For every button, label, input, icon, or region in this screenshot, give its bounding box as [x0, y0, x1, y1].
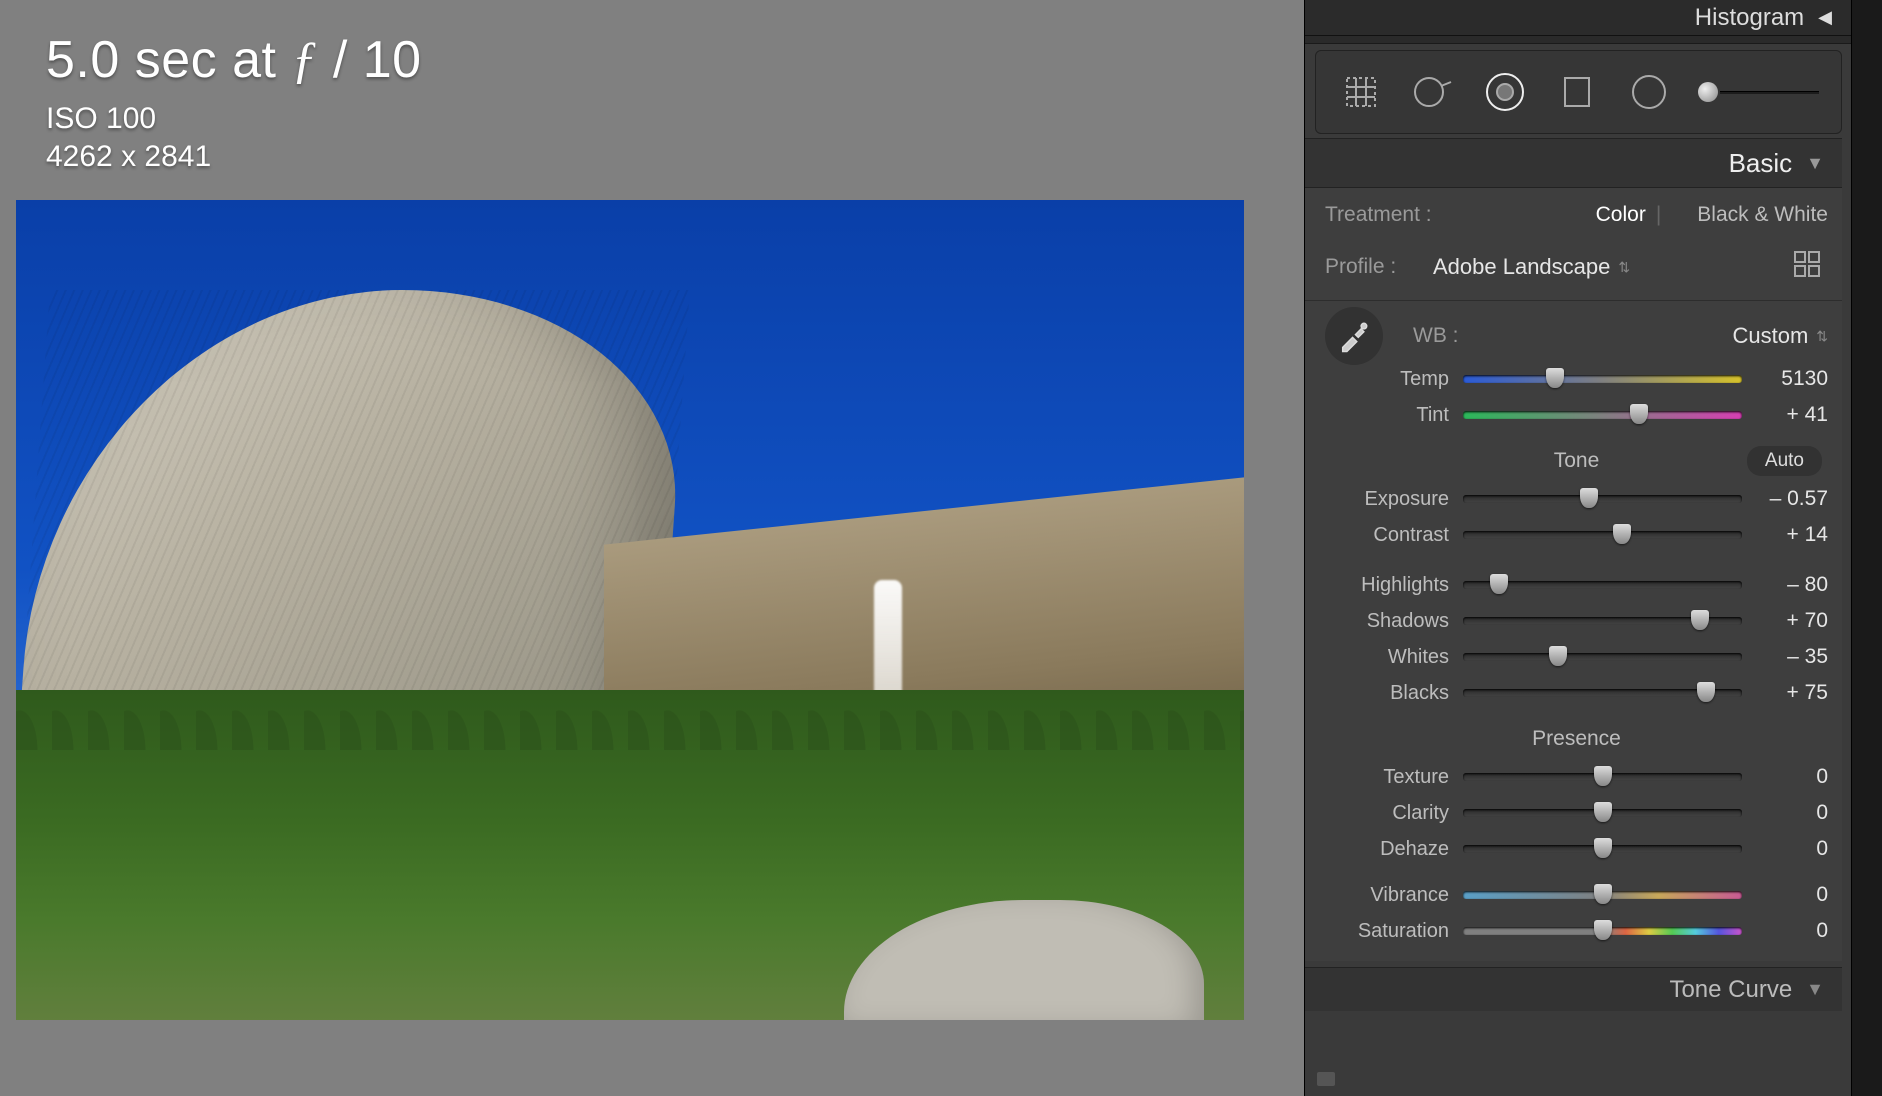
profile-browser-button[interactable]	[1792, 249, 1822, 285]
radial-filter-tool[interactable]	[1626, 69, 1672, 115]
collapse-down-icon: ▼	[1806, 153, 1824, 174]
tone-curve-header[interactable]: Tone Curve▼	[1305, 967, 1842, 1011]
panel-scrollbar[interactable]	[1855, 100, 1879, 390]
local-adjustment-toolbar	[1315, 50, 1842, 134]
basic-panel: Basic▼ Treatment : Color | Black & White…	[1305, 138, 1842, 961]
treatment-bw[interactable]: Black & White	[1697, 203, 1828, 227]
highlights-value[interactable]: – 80	[1742, 573, 1828, 597]
basic-header[interactable]: Basic▼	[1305, 138, 1842, 188]
blacks-slider[interactable]: Blacks + 75	[1325, 675, 1828, 711]
wb-eyedropper-tool[interactable]	[1325, 307, 1383, 365]
treatment-label: Treatment :	[1325, 203, 1432, 227]
vibrance-value[interactable]: 0	[1742, 883, 1828, 907]
wb-label: WB :	[1413, 324, 1459, 348]
graduated-filter-tool[interactable]	[1554, 69, 1600, 115]
wb-dropdown[interactable]: Custom	[1732, 323, 1808, 349]
photo-preview[interactable]	[16, 200, 1244, 1020]
texture-value[interactable]: 0	[1742, 765, 1828, 789]
tint-value[interactable]: + 41	[1742, 403, 1828, 427]
clarity-value[interactable]: 0	[1742, 801, 1828, 825]
temp-value[interactable]: 5130	[1742, 367, 1828, 391]
saturation-slider[interactable]: Saturation 0	[1325, 913, 1828, 949]
updown-caret-icon: ⇅	[1816, 328, 1828, 345]
temp-slider[interactable]: Temp 5130	[1325, 361, 1828, 397]
brush-knob-icon	[1698, 82, 1718, 102]
updown-caret-icon: ⇅	[1618, 259, 1630, 276]
crop-tool[interactable]	[1338, 69, 1384, 115]
clarity-slider[interactable]: Clarity 0	[1325, 795, 1828, 831]
histogram-placeholder	[1305, 36, 1882, 44]
saturation-value[interactable]: 0	[1742, 919, 1828, 943]
texture-slider[interactable]: Texture 0	[1325, 759, 1828, 795]
vibrance-slider[interactable]: Vibrance 0	[1325, 877, 1828, 913]
exposure-readout: 5.0 sec at ƒ / 10	[46, 30, 1244, 90]
spot-removal-tool[interactable]	[1410, 69, 1456, 115]
profile-row: Profile : Adobe Landscape ⇅	[1325, 248, 1828, 286]
develop-panel: Histogram◀	[1304, 0, 1882, 1096]
dimensions-readout: 4262 x 2841	[46, 140, 1244, 174]
contrast-slider[interactable]: Contrast + 14	[1325, 517, 1828, 553]
highlights-slider[interactable]: Highlights – 80	[1325, 567, 1828, 603]
photo-metadata: 5.0 sec at ƒ / 10 ISO 100 4262 x 2841	[46, 30, 1244, 174]
blacks-value[interactable]: + 75	[1742, 681, 1828, 705]
treatment-row: Treatment : Color | Black & White	[1325, 196, 1828, 234]
treatment-color[interactable]: Color	[1596, 203, 1646, 227]
adjustment-brush-tool[interactable]	[1698, 82, 1819, 102]
shadows-value[interactable]: + 70	[1742, 609, 1828, 633]
presence-group-header: Presence	[1325, 719, 1828, 759]
image-viewer: 5.0 sec at ƒ / 10 ISO 100 4262 x 2841	[0, 0, 1304, 1096]
whites-value[interactable]: – 35	[1742, 645, 1828, 669]
exposure-slider[interactable]: Exposure – 0.57	[1325, 481, 1828, 517]
auto-tone-button[interactable]: Auto	[1747, 446, 1822, 476]
redeye-tool[interactable]	[1482, 69, 1528, 115]
contrast-value[interactable]: + 14	[1742, 523, 1828, 547]
shadows-slider[interactable]: Shadows + 70	[1325, 603, 1828, 639]
collapse-down-icon: ▼	[1806, 979, 1824, 1000]
histogram-header[interactable]: Histogram◀	[1305, 0, 1882, 36]
tint-slider[interactable]: Tint + 41	[1325, 397, 1828, 433]
tone-group-header: Tone Auto	[1325, 441, 1828, 481]
panel-switch-icon[interactable]	[1317, 1072, 1335, 1086]
profile-dropdown[interactable]: Adobe Landscape	[1433, 254, 1610, 280]
whites-slider[interactable]: Whites – 35	[1325, 639, 1828, 675]
iso-readout: ISO 100	[46, 102, 1244, 136]
dehaze-value[interactable]: 0	[1742, 837, 1828, 861]
exposure-value[interactable]: – 0.57	[1742, 487, 1828, 511]
profile-label: Profile :	[1325, 255, 1433, 279]
brush-size-track[interactable]	[1720, 91, 1819, 94]
dehaze-slider[interactable]: Dehaze 0	[1325, 831, 1828, 867]
white-balance-row: WB : Custom ⇅	[1325, 311, 1828, 361]
collapse-left-icon: ◀	[1818, 7, 1832, 28]
